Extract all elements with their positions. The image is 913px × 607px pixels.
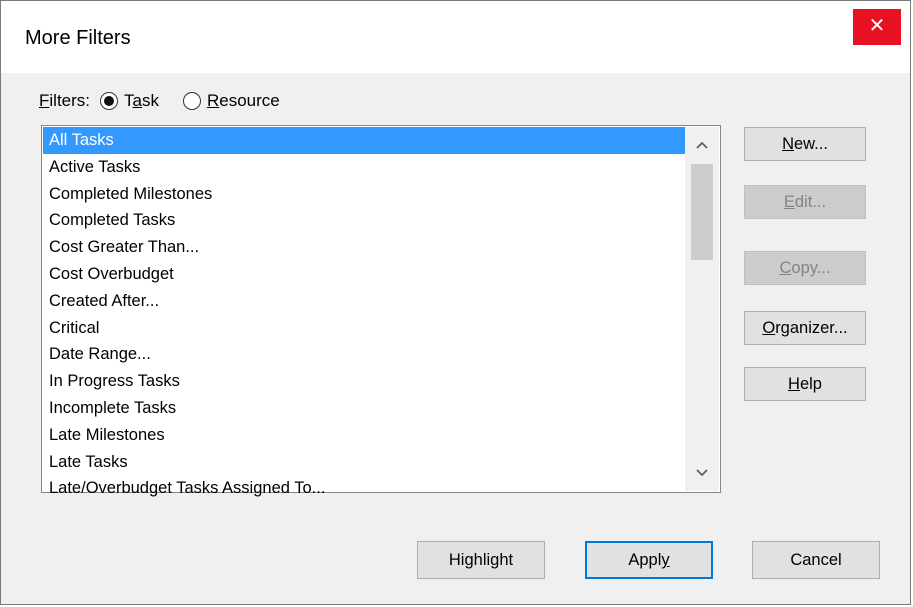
close-button[interactable]: ✕ [853, 9, 901, 45]
list-item[interactable]: Critical [43, 315, 685, 342]
list-item[interactable]: In Progress Tasks [43, 368, 685, 395]
list-item[interactable]: Completed Milestones [43, 181, 685, 208]
list-item[interactable]: Late Milestones [43, 422, 685, 449]
filters-row: Filters: Task Resource [39, 89, 304, 113]
edit-button[interactable]: Edit... [744, 185, 866, 219]
filters-label: Filters: [39, 91, 91, 110]
list-item[interactable]: Date Range... [43, 341, 685, 368]
list-item[interactable]: Cost Overbudget [43, 261, 685, 288]
apply-button[interactable]: Apply [585, 541, 713, 579]
scroll-thumb[interactable] [691, 164, 713, 260]
resource-radio[interactable]: Resource [182, 91, 280, 111]
organizer-button[interactable]: Organizer... [744, 311, 866, 345]
task-radio[interactable]: Task [100, 91, 159, 111]
filters-listbox[interactable]: All Tasks Active Tasks Completed Milesto… [41, 125, 721, 497]
list-item[interactable]: Active Tasks [43, 154, 685, 181]
help-button[interactable]: Help [744, 367, 866, 401]
chevron-down-icon [696, 469, 708, 477]
resource-radio-circle[interactable] [182, 92, 201, 110]
list-item[interactable]: Incomplete Tasks [43, 395, 685, 422]
list-item[interactable]: Late/Overbudget Tasks Assigned To... [43, 475, 685, 502]
filters-list: All Tasks Active Tasks Completed Milesto… [43, 127, 685, 502]
more-filters-dialog: More Filters ✕ Filters: Task Resource Al… [0, 0, 911, 605]
scroll-up-button[interactable] [685, 127, 719, 163]
task-radio-circle[interactable] [100, 92, 119, 110]
scroll-down-button[interactable] [685, 455, 719, 491]
highlight-button[interactable]: Highlight [417, 541, 545, 579]
list-item[interactable]: Late Tasks [43, 449, 685, 476]
cancel-button[interactable]: Cancel [752, 541, 880, 579]
title-bar: More Filters ✕ [1, 1, 910, 73]
copy-button[interactable]: Copy... [744, 251, 866, 285]
resource-radio-label: Resource [206, 91, 280, 110]
task-radio-label: Task [124, 91, 159, 110]
dialog-title: More Filters [25, 27, 131, 49]
list-item[interactable]: Completed Tasks [43, 207, 685, 234]
list-item[interactable]: All Tasks [43, 127, 685, 154]
list-item[interactable]: Cost Greater Than... [43, 234, 685, 261]
new-button[interactable]: New... [744, 127, 866, 161]
close-icon: ✕ [868, 15, 886, 37]
chevron-up-icon [696, 141, 708, 149]
vertical-scrollbar[interactable] [685, 127, 719, 491]
list-item[interactable]: Created After... [43, 288, 685, 315]
